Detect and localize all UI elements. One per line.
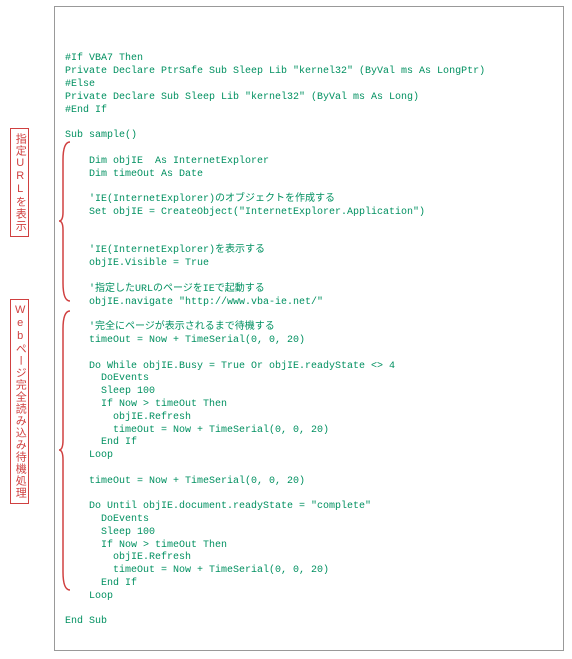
code-line: timeOut = Now + TimeSerial(0, 0, 20): [65, 425, 329, 436]
code-line: Do While objIE.Busy = True Or objIE.read…: [65, 361, 395, 372]
code-line: Dim objIE As InternetExplorer: [65, 156, 269, 167]
code-line: objIE.Visible = True: [65, 258, 209, 269]
code-line: timeOut = Now + TimeSerial(0, 0, 20): [65, 476, 305, 487]
code-line: DoEvents: [65, 514, 149, 525]
code-pane[interactable]: #If VBA7 Then Private Declare PtrSafe Su…: [54, 6, 564, 651]
code-line: Private Declare PtrSafe Sub Sleep Lib "k…: [65, 66, 485, 77]
code-line: objIE.Refresh: [65, 412, 191, 423]
code-line: Loop: [65, 450, 113, 461]
code-line: timeOut = Now + TimeSerial(0, 0, 20): [65, 565, 329, 576]
code-line: #End If: [65, 105, 107, 116]
annotation-column: 指定URLを表示 Webページ完全読み込み待機処理: [8, 6, 54, 651]
code-line: objIE.navigate "http://www.vba-ie.net/": [65, 297, 323, 308]
code-line: #Else: [65, 79, 95, 90]
page-container: 指定URLを表示 Webページ完全読み込み待機処理 #If VBA7 Then …: [0, 0, 572, 659]
code-line: '指定したURLのページをIEで起動する: [65, 284, 265, 295]
code-line: #If VBA7 Then: [65, 53, 143, 64]
annotation-label-top: 指定URLを表示: [10, 128, 29, 237]
code-line: Sleep 100: [65, 527, 155, 538]
code-line: Sleep 100: [65, 386, 155, 397]
code-line: '完全にページが表示されるまで待機する: [65, 322, 275, 333]
code-line: timeOut = Now + TimeSerial(0, 0, 20): [65, 335, 305, 346]
code-line: End Sub: [65, 616, 107, 627]
code-line: Sub sample(): [65, 130, 137, 141]
code-line: Set objIE = CreateObject("InternetExplor…: [65, 207, 425, 218]
code-line: Private Declare Sub Sleep Lib "kernel32"…: [65, 92, 419, 103]
code-line: 'IE(InternetExplorer)のオブジェクトを作成する: [65, 194, 335, 205]
code-line: DoEvents: [65, 373, 149, 384]
code-line: objIE.Refresh: [65, 552, 191, 563]
code-line: End If: [65, 437, 137, 448]
code-line: Do Until objIE.document.readyState = "co…: [65, 501, 371, 512]
code-line: End If: [65, 578, 137, 589]
code-line: If Now > timeOut Then: [65, 540, 227, 551]
code-line: Dim timeOut As Date: [65, 169, 203, 180]
code-line: 'IE(InternetExplorer)を表示する: [65, 245, 265, 256]
code-line: If Now > timeOut Then: [65, 399, 227, 410]
annotation-label-bottom: Webページ完全読み込み待機処理: [10, 299, 29, 504]
code-line: Loop: [65, 591, 113, 602]
